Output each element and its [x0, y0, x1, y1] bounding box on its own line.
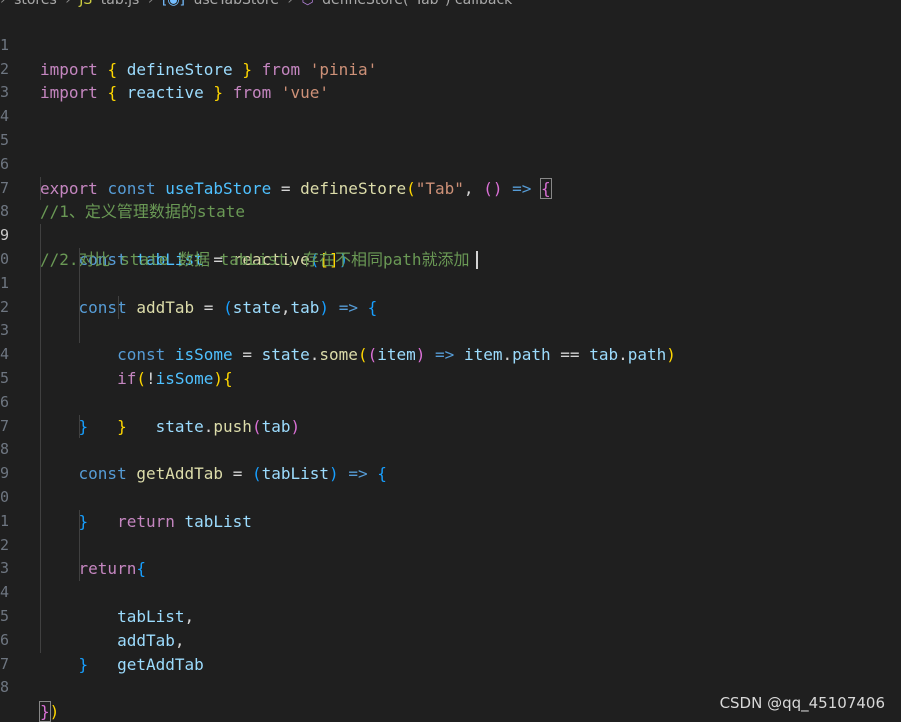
code-line[interactable]: 6 export const useTabStore = defineStore…	[0, 129, 901, 199]
indent-guide	[79, 414, 80, 439]
code-area[interactable]: 1 import { defineStore } from 'pinia' 2 …	[0, 10, 901, 722]
code-line[interactable]: 8 const tabList = reactive([])	[0, 176, 901, 269]
line-number: 8	[0, 678, 10, 697]
indent-guide	[40, 176, 41, 201]
chevron-right-icon: ›	[287, 0, 294, 8]
indent-guide	[40, 438, 41, 463]
code-line[interactable]: 3	[0, 58, 901, 101]
code-line[interactable]: 4	[0, 81, 901, 125]
breadcrumb-item-folder[interactable]: stores	[14, 0, 57, 8]
indent-guide	[79, 509, 80, 534]
code-line[interactable]: 1 import { defineStore } from 'pinia'	[0, 10, 901, 79]
indent-guide	[118, 295, 119, 320]
indent-guide	[79, 271, 80, 296]
code-line[interactable]: 4 }	[0, 319, 901, 436]
symbol-method-icon: ⬡	[301, 0, 314, 8]
indent-guide	[79, 247, 80, 272]
line-text: })	[39, 701, 60, 722]
indent-guide	[40, 462, 41, 486]
code-line[interactable]: 2 tabList,	[0, 509, 901, 626]
chevron-right-icon: ›	[147, 0, 154, 8]
code-line[interactable]: 0 const addTab = (state,tab) => {	[0, 224, 901, 317]
code-line[interactable]: 1 const isSome = state.some((item) => it…	[0, 247, 901, 364]
code-line[interactable]: 1 return{	[0, 485, 901, 578]
indent-guide	[40, 557, 41, 582]
code-editor[interactable]: › stores › JS tab.js › [◉] useTabStore ›…	[0, 0, 901, 722]
indent-guide	[40, 366, 41, 391]
code-line[interactable]: 2 import { reactive } from 'vue'	[0, 34, 901, 103]
code-line[interactable]: 5	[0, 105, 901, 149]
breadcrumb-item-file[interactable]: tab.js	[101, 0, 140, 8]
indent-guide	[40, 343, 41, 367]
code-line[interactable]: 9 }	[0, 438, 901, 531]
indent-guide	[79, 557, 80, 582]
code-line[interactable]: 3 addTab,	[0, 533, 901, 650]
code-line[interactable]: 2 if(!isSome){	[0, 271, 901, 388]
indent-guide	[40, 604, 41, 629]
chevron-right-icon: ›	[0, 0, 6, 8]
code-line[interactable]: 7 //1、定义管理数据的state	[0, 153, 901, 222]
indent-guide	[40, 485, 41, 510]
indent-guide	[40, 271, 41, 296]
chevron-right-icon: ›	[65, 0, 71, 8]
symbol-variable-icon: [◉]	[161, 0, 186, 8]
indent-guide	[40, 509, 41, 534]
code-line[interactable]: 5 }	[0, 343, 901, 436]
indent-guide	[40, 390, 41, 415]
code-line[interactable]: 5 }	[0, 581, 901, 674]
code-line[interactable]: 6	[0, 604, 901, 649]
indent-guide	[79, 295, 80, 320]
code-line[interactable]: 7	[0, 628, 901, 673]
code-line[interactable]: 8 return tabList	[0, 414, 901, 531]
indent-guide	[40, 224, 41, 248]
code-line[interactable]: 6	[0, 366, 901, 411]
indent-guide	[40, 319, 41, 344]
watermark: CSDN @qq_45107406	[719, 694, 885, 712]
js-file-icon: JS	[79, 0, 93, 8]
indent-guide	[40, 414, 41, 439]
code-line-active[interactable]: 9 //2.对比 state 数据 tabList，存在不相同path就添加	[0, 200, 901, 270]
code-line[interactable]: 0	[0, 462, 901, 506]
code-line[interactable]: 7 const getAddTab = (tabList) => {	[0, 390, 901, 483]
code-line[interactable]: 3 state.push(tab)	[0, 295, 901, 436]
breadcrumb-item-symbol[interactable]: useTabStore	[193, 0, 278, 8]
indent-guide	[40, 247, 41, 272]
breadcrumb-item-callback[interactable]: defineStore("Tab") callback	[322, 0, 512, 8]
indent-guide	[79, 533, 80, 558]
code-line[interactable]: 4 getAddTab	[0, 557, 901, 674]
indent-guide	[40, 628, 41, 653]
indent-guide	[40, 533, 41, 558]
code-line[interactable]: 8 })	[0, 653, 901, 722]
breadcrumb: › stores › JS tab.js › [◉] useTabStore ›…	[0, 0, 901, 8]
indent-guide	[79, 319, 80, 344]
indent-guide	[40, 581, 41, 605]
indent-guide	[40, 295, 41, 320]
